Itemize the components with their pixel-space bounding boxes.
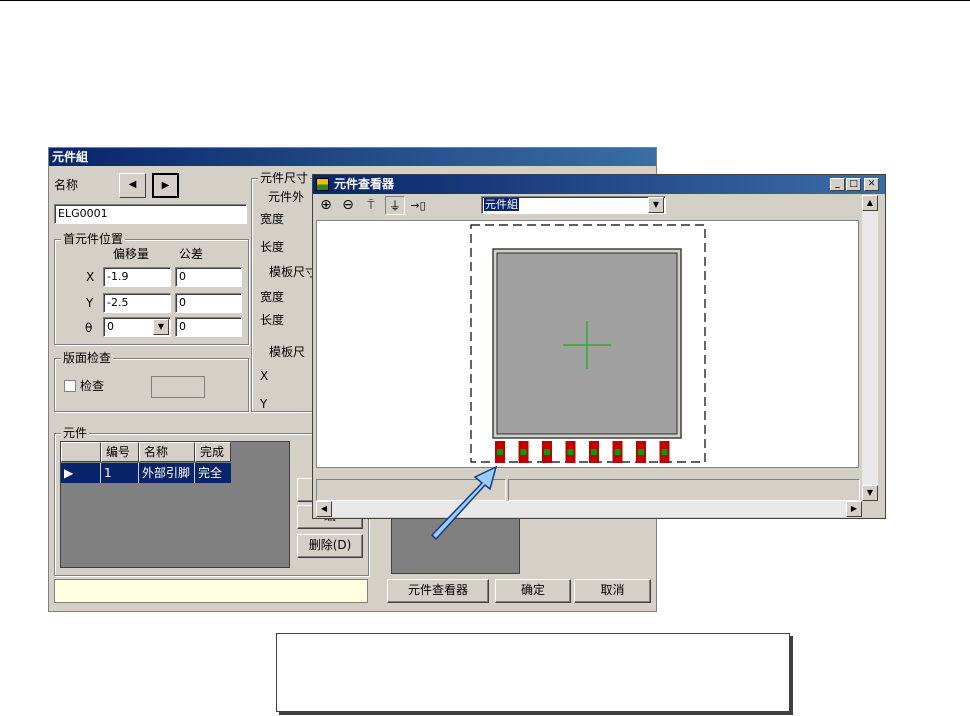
row-id: 1 (101, 463, 139, 483)
component-viewer-button[interactable]: 元件查看器 (387, 579, 489, 603)
name-input[interactable]: ELG0001 (54, 204, 247, 224)
pad-center (614, 449, 621, 455)
pad-center (520, 449, 527, 455)
length-label: 长度 (260, 240, 285, 254)
row-name: 外部引脚 (139, 463, 195, 483)
triangle-left-icon: ◀ (128, 179, 137, 190)
width-label: 宽度 (260, 212, 285, 226)
list-header-id[interactable]: 编号 (101, 442, 139, 462)
x-label: X (86, 270, 95, 284)
pad-center (661, 449, 668, 455)
y-label: Y (86, 296, 94, 310)
viewer-title: 元件查看器 (334, 177, 395, 191)
horizontal-scrollbar[interactable]: ◀ ▶ (316, 501, 862, 517)
note-box (276, 633, 790, 712)
pad-center (567, 449, 574, 455)
pad-center (638, 449, 644, 455)
length2-label: 长度 (260, 313, 285, 327)
y-tolerance-input[interactable]: 0 (175, 293, 242, 313)
offset-header: 偏移量 (113, 247, 150, 261)
size-y-label: Y (260, 397, 268, 411)
table-row[interactable]: ▶ 1 外部引脚 完全 (61, 463, 231, 483)
scroll-up-icon[interactable]: ▲ (862, 195, 878, 211)
component-viewer-window: 元件查看器 _ □ ✕ ⊕ ⊖ ⍑ ⏚ →▯ 元件組 ▼ ▲ ▼ ◀ ▶ (312, 174, 886, 519)
ok-button[interactable]: 确定 (495, 579, 571, 603)
group-select[interactable]: 元件組 ▼ (481, 196, 666, 214)
width2-label: 宽度 (260, 290, 285, 304)
check-label: 检查 (80, 379, 105, 393)
minimize-icon[interactable]: _ (830, 178, 845, 191)
prev-button[interactable]: ◀ (119, 173, 146, 198)
viewer-status-right (508, 479, 860, 501)
board-check-title: 版面检查 (61, 351, 114, 365)
scroll-left-icon[interactable]: ◀ (316, 501, 332, 517)
check-value-box (151, 376, 205, 398)
components-list[interactable]: 编号 名称 完成 ▶ 1 外部引脚 完全 (60, 441, 290, 568)
x-offset-input[interactable]: -1.9 (103, 267, 171, 287)
component-drawing (470, 224, 706, 463)
tolerance-header: 公差 (179, 247, 204, 261)
component-size-title: 元件尺寸 (258, 171, 311, 185)
cancel-button[interactable]: 取消 (574, 579, 651, 603)
template-size-label: 模板尺寸 (269, 265, 318, 279)
components-title: 元件 (61, 426, 90, 440)
theta-tolerance-input[interactable]: 0 (175, 317, 242, 337)
size-x-label: X (260, 369, 269, 383)
board-check-group: 版面检查 检查 (54, 351, 249, 412)
close-icon[interactable]: ✕ (864, 178, 879, 191)
fit-icon[interactable]: →▯ (408, 196, 428, 215)
viewer-toolbar: ⊕ ⊖ ⍑ ⏚ →▯ 元件組 ▼ (313, 195, 885, 217)
ground-icon[interactable]: ⏚ (385, 196, 405, 215)
theta-select-value: 0 (107, 320, 114, 333)
status-bar (54, 579, 368, 603)
pad-center (544, 449, 550, 455)
first-position-title: 首元件位置 (61, 232, 126, 246)
first-position-group: 首元件位置 偏移量 公差 X -1.9 0 Y -2.5 0 θ 0 ▼ 0 (54, 232, 249, 345)
zoom-in-icon[interactable]: ⊕ (316, 196, 336, 215)
theta-label: θ (85, 321, 93, 335)
callout-arrow (430, 465, 498, 540)
list-header-marker[interactable] (61, 442, 101, 462)
viewer-canvas[interactable] (316, 220, 859, 468)
outer-label: 元件外 (268, 190, 305, 204)
row-marker: ▶ (61, 463, 101, 483)
pin-icon[interactable]: ⍑ (361, 196, 381, 215)
group-select-value: 元件組 (484, 198, 519, 211)
triangle-right-icon: ▶ (161, 180, 170, 191)
chevron-down-icon[interactable]: ▼ (153, 319, 169, 335)
next-button[interactable]: ▶ (152, 173, 179, 198)
name-label: 名称 (54, 178, 79, 192)
list-header-name[interactable]: 名称 (139, 442, 195, 462)
dialog-title: 元件組 (49, 148, 656, 166)
chevron-down-icon[interactable]: ▼ (648, 197, 664, 213)
row-done: 完全 (198, 466, 223, 480)
delete-button[interactable]: 删除(D) (297, 534, 363, 558)
arrow-icon (430, 465, 498, 540)
x-tolerance-input[interactable]: 0 (175, 267, 242, 287)
vertical-scrollbar[interactable]: ▲ ▼ (862, 195, 878, 501)
maximize-icon[interactable]: □ (846, 178, 861, 191)
theta-select[interactable]: 0 ▼ (103, 317, 171, 337)
y-offset-input[interactable]: -2.5 (103, 293, 171, 313)
app-icon (316, 178, 329, 191)
pad-row (495, 441, 670, 463)
viewer-titlebar: 元件查看器 _ □ ✕ (313, 175, 885, 194)
list-header-done[interactable]: 完成 (195, 442, 231, 462)
zoom-out-icon[interactable]: ⊖ (338, 196, 358, 215)
template2-label: 模板尺 (269, 345, 306, 359)
pad-center (591, 449, 597, 455)
check-checkbox[interactable] (64, 380, 76, 392)
top-rule (0, 0, 970, 1)
scroll-right-icon[interactable]: ▶ (846, 501, 862, 517)
scroll-down-icon[interactable]: ▼ (862, 485, 878, 501)
